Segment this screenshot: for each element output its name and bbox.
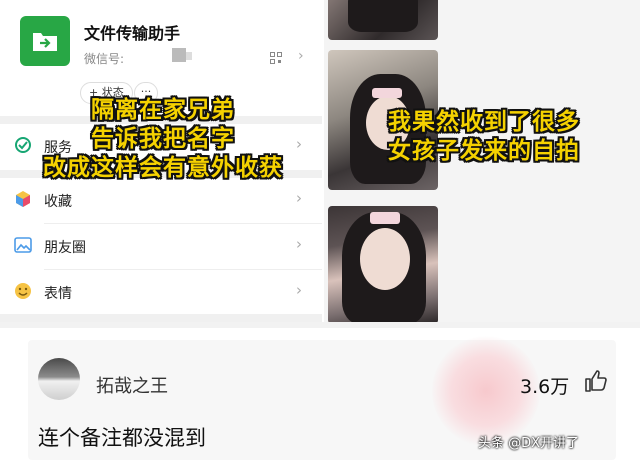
avatar[interactable] [38,358,80,400]
section-divider [0,322,640,328]
caption-line: 我果然收到了很多 [388,109,580,135]
wechat-id-redacted [172,48,186,62]
menu-item-favorites[interactable]: 收藏 › [0,178,322,223]
caption-right: 我果然收到了很多 女孩子发来的自拍 [334,108,634,166]
menu-item-label: 表情 [44,286,72,302]
selfie-photo[interactable] [328,206,438,322]
chevron-right-icon: › [296,281,302,299]
caption-line: 女孩子发来的自拍 [388,138,580,164]
menu-item-moments[interactable]: 朋友圈 › [0,224,322,269]
caption-line: 改成这样会有意外收获 [43,155,283,181]
caption-line: 告诉我把名字 [91,126,235,152]
menu-item-label: 收藏 [44,194,72,210]
selfie-photo[interactable] [328,0,438,40]
folder-arrow-icon [33,33,57,51]
sticker-icon [15,283,31,299]
file-transfer-avatar[interactable] [20,16,70,66]
favorites-icon [16,191,30,207]
qr-code-icon[interactable] [270,52,282,64]
thumbs-up-icon[interactable] [584,369,608,393]
caption-left: 隔离在家兄弟 告诉我把名字 改成这样会有意外收获 [8,96,318,183]
moments-icon [14,237,32,253]
section-gap [0,314,322,322]
menu-item-stickers[interactable]: 表情 › [0,270,322,315]
profile-name: 文件传输助手 [84,24,181,43]
chevron-right-icon: › [296,235,302,253]
comment-text: 连个备注都没混到 [38,426,206,450]
like-count: 3.6万 [520,376,570,398]
caption-line: 隔离在家兄弟 [91,97,235,123]
menu-item-label: 朋友圈 [44,240,86,256]
chevron-right-icon[interactable]: › [298,48,304,64]
chevron-right-icon: › [296,189,302,207]
wechat-id-label: 微信号: [84,52,125,66]
comment-username[interactable]: 拓哉之王 [96,372,168,398]
watermark: 头条 @DX开讲了 [478,436,580,451]
wechat-id-redacted-tail [186,52,192,60]
